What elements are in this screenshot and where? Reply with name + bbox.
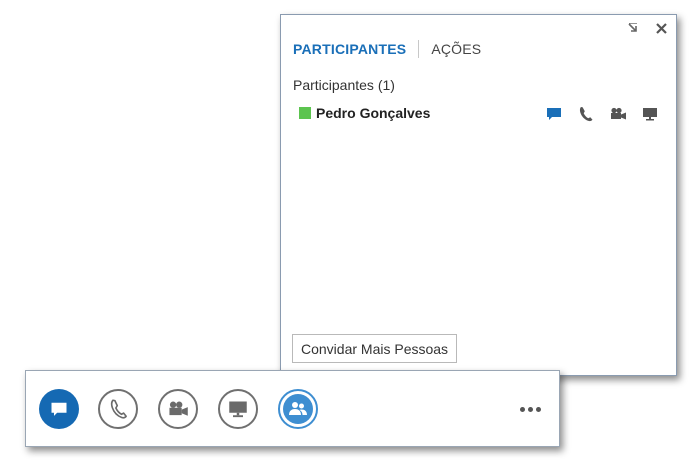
im-icon [547, 108, 561, 120]
tab-participantes[interactable]: PARTICIPANTES [293, 39, 406, 59]
participant-video-button[interactable] [609, 105, 627, 123]
conversation-toolbar [25, 370, 560, 447]
video-button[interactable] [158, 389, 198, 429]
popout-icon [628, 23, 637, 32]
share-button[interactable] [218, 389, 258, 429]
screen-share-icon [229, 401, 247, 418]
conversation-window: PARTICIPANTES AÇÕES Participantes (1) Pe… [0, 0, 693, 465]
participants-popup: PARTICIPANTES AÇÕES Participantes (1) Pe… [280, 14, 677, 376]
screen-share-icon [643, 108, 657, 121]
invite-more-people-button[interactable]: Convidar Mais Pessoas [292, 334, 458, 363]
participants-button-fill [283, 394, 313, 424]
im-button[interactable] [39, 389, 79, 429]
more-options-icon [520, 407, 525, 412]
more-options-icon [528, 407, 533, 412]
participant-name: Pedro Gonçalves [316, 105, 431, 121]
popout-button[interactable] [626, 21, 640, 35]
people-icon [289, 402, 307, 415]
participant-share-button[interactable] [641, 105, 659, 123]
participant-im-button[interactable] [545, 105, 563, 123]
close-button[interactable] [654, 21, 668, 35]
participants-group-header[interactable]: Participantes (1) [293, 77, 395, 93]
close-icon [655, 22, 667, 34]
phone-icon [579, 107, 593, 122]
presence-indicator [299, 107, 311, 119]
more-options-button[interactable] [520, 407, 544, 412]
video-icon [611, 107, 626, 120]
participant-row[interactable]: Pedro Gonçalves [299, 103, 659, 123]
call-button[interactable] [98, 389, 138, 429]
im-icon [51, 402, 67, 416]
participant-call-button[interactable] [577, 105, 595, 123]
participant-actions [545, 103, 673, 125]
tab-strip: PARTICIPANTES AÇÕES [293, 39, 481, 59]
video-icon [169, 401, 188, 416]
more-options-icon [536, 407, 541, 412]
participants-button[interactable] [278, 389, 318, 429]
tab-divider [418, 40, 420, 58]
phone-icon [110, 399, 127, 419]
tab-acoes[interactable]: AÇÕES [431, 39, 481, 59]
